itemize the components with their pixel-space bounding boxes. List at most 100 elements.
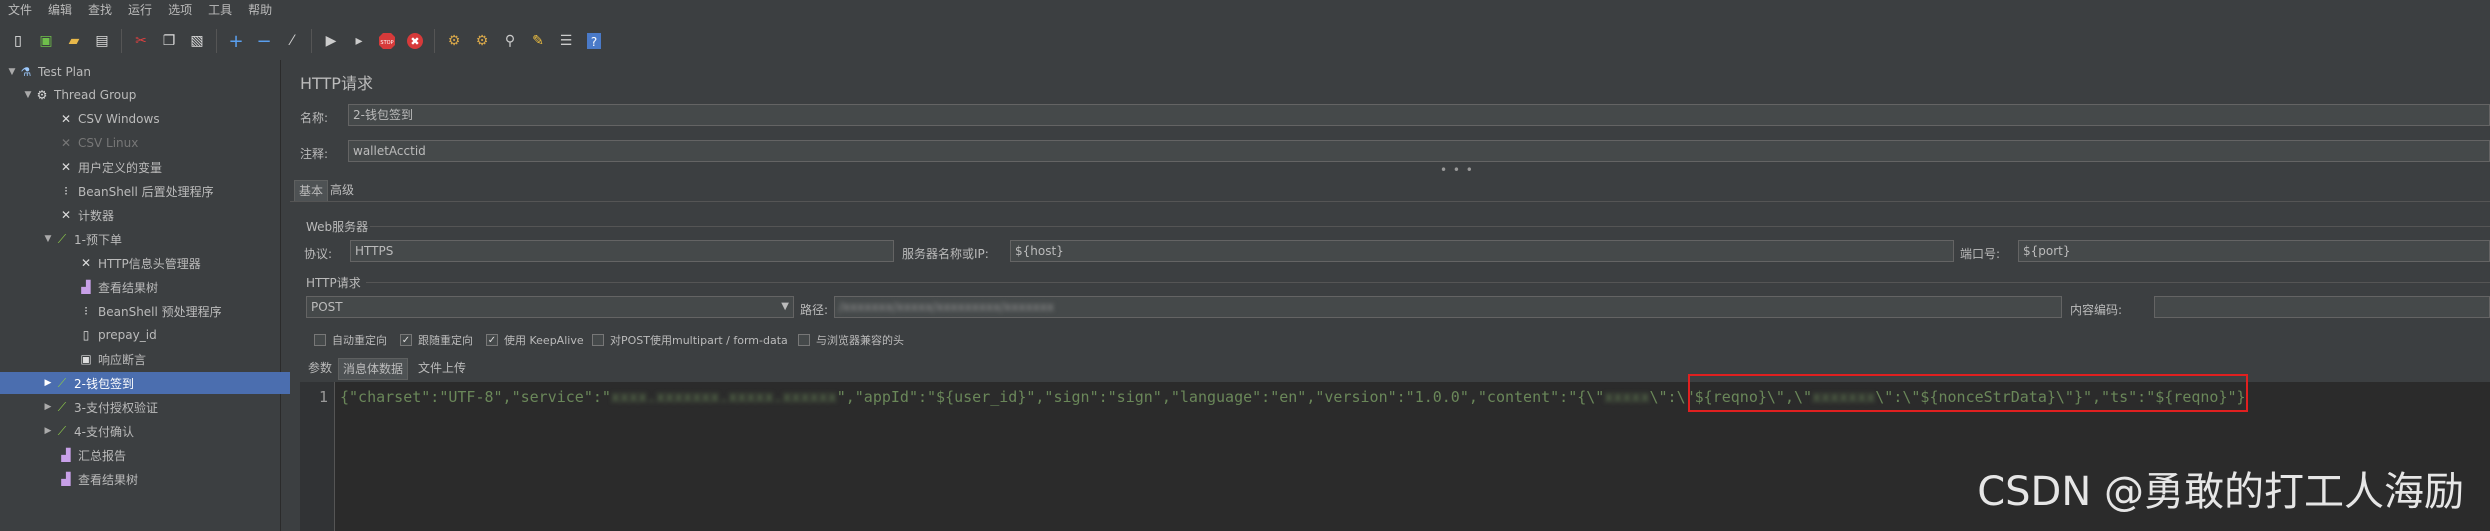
- checkbox-icon[interactable]: [798, 334, 810, 346]
- browser-headers-checkbox[interactable]: 与浏览器兼容的头: [798, 332, 904, 348]
- checkbox-label: 跟随重定向: [418, 334, 473, 347]
- auto-redirect-checkbox[interactable]: 自动重定向: [314, 332, 387, 348]
- port-label: 端口号:: [1960, 247, 2001, 261]
- menu-run[interactable]: 运行: [120, 0, 160, 20]
- template-icon[interactable]: ▣: [35, 30, 57, 52]
- line-number: 1: [318, 388, 328, 406]
- tree-item-prepay[interactable]: ▼ ⟋ 1-预下单: [0, 228, 322, 250]
- path-field[interactable]: /xxxxxxx/xxxxx/xxxxxxxxx/xxxxxxx: [834, 296, 2062, 318]
- tree-item-summary-report[interactable]: ▟ 汇总报告: [0, 444, 338, 466]
- open-icon[interactable]: ▰: [63, 30, 85, 52]
- save-icon[interactable]: ▤: [91, 30, 113, 52]
- chevron-down-icon[interactable]: ▼: [781, 297, 789, 317]
- tab-basic[interactable]: 基本: [294, 180, 329, 202]
- panel-splitter[interactable]: • • •: [290, 163, 2490, 177]
- subtab-body-data[interactable]: 消息体数据: [338, 358, 409, 380]
- tree-item-wallet-signin[interactable]: ▶ ⟋ 2-钱包签到: [0, 372, 322, 394]
- method-select[interactable]: POST ▼: [306, 296, 794, 318]
- tree-item-test-plan[interactable]: ▼ ⚗ Test Plan: [0, 61, 286, 83]
- tree-item-csv-windows[interactable]: ✕ CSV Windows: [0, 108, 338, 130]
- start-no-pause-icon[interactable]: ▸: [348, 30, 370, 52]
- menu-tools[interactable]: 工具: [200, 0, 240, 20]
- shutdown-icon[interactable]: ✖: [404, 30, 426, 52]
- splitter-handle-icon[interactable]: • • •: [1440, 163, 1474, 177]
- clear-all-icon[interactable]: ⚙: [471, 30, 493, 52]
- add-icon[interactable]: +: [225, 30, 247, 52]
- tree-item-label: prepay_id: [98, 328, 157, 342]
- browse-icon[interactable]: ⁄: [281, 30, 303, 52]
- svg-text:?: ?: [591, 35, 597, 49]
- name-label: 名称:: [300, 111, 329, 125]
- menu-edit[interactable]: 编辑: [40, 0, 80, 20]
- config-icon: ✕: [60, 160, 72, 174]
- port-field[interactable]: ${port}: [2018, 240, 2490, 262]
- collapse-arrow-icon[interactable]: ▶: [42, 426, 54, 436]
- expand-arrow-icon[interactable]: ▼: [6, 67, 18, 77]
- help-icon[interactable]: ?: [583, 30, 605, 52]
- paste-icon[interactable]: ▧: [186, 30, 208, 52]
- menu-file[interactable]: 文件: [0, 0, 40, 20]
- tree-item-csv-linux[interactable]: ✕ CSV Linux: [0, 132, 338, 154]
- web-server-section-title: Web服务器: [306, 220, 369, 234]
- function-helper-icon[interactable]: ☰: [555, 30, 577, 52]
- clear-icon[interactable]: ⚙: [443, 30, 465, 52]
- line-number-gutter: 1: [300, 382, 335, 531]
- server-label: 服务器名称或IP:: [902, 247, 989, 261]
- start-icon[interactable]: ▶: [320, 30, 342, 52]
- menu-options[interactable]: 选项: [160, 0, 200, 20]
- tree-item-label: CSV Linux: [78, 136, 139, 150]
- copy-icon[interactable]: ❐: [158, 30, 180, 52]
- encoding-field[interactable]: [2154, 296, 2490, 318]
- comment-field[interactable]: walletAcctid: [348, 140, 2490, 162]
- reset-search-icon[interactable]: ✎: [527, 30, 549, 52]
- multipart-checkbox[interactable]: 对POST使用multipart / form-data: [592, 332, 788, 348]
- new-icon[interactable]: ▯: [7, 30, 29, 52]
- menu-help[interactable]: 帮助: [240, 0, 280, 20]
- collapse-arrow-icon[interactable]: ▶: [42, 402, 54, 412]
- checkbox-checked-icon[interactable]: ✓: [400, 334, 412, 346]
- expand-arrow-icon[interactable]: ▼: [22, 90, 34, 100]
- tab-advanced[interactable]: 高级: [326, 180, 358, 200]
- tree-item-beanshell-post[interactable]: ⁝ BeanShell 后置处理程序: [0, 180, 338, 202]
- path-label: 路径:: [800, 303, 829, 317]
- test-plan-tree: ▼ ⚗ Test Plan ▼ ⚙ Thread Group ✕ CSV Win…: [0, 60, 322, 531]
- protocol-label: 协议:: [304, 247, 333, 261]
- tree-item-user-variables[interactable]: ✕ 用户定义的变量: [0, 156, 338, 178]
- tree-item-label: HTTP信息头管理器: [98, 256, 201, 271]
- follow-redirect-checkbox[interactable]: ✓ 跟随重定向: [400, 332, 473, 348]
- name-field[interactable]: 2-钱包签到: [348, 104, 2490, 126]
- menu-search[interactable]: 查找: [80, 0, 120, 20]
- code-segment: ","appId":"${user_id}","sign":"sign","la…: [836, 388, 1569, 406]
- subtab-parameters[interactable]: 参数: [304, 358, 336, 378]
- tree-item-label: 查看结果树: [98, 280, 159, 295]
- keepalive-checkbox[interactable]: ✓ 使用 KeepAlive: [486, 332, 584, 348]
- checkbox-icon[interactable]: [592, 334, 604, 346]
- tree-item-thread-group[interactable]: ▼ ⚙ Thread Group: [0, 84, 302, 106]
- checkbox-checked-icon[interactable]: ✓: [486, 334, 498, 346]
- cut-icon[interactable]: ✂: [130, 30, 152, 52]
- checkbox-icon[interactable]: [314, 334, 326, 346]
- collapse-arrow-icon[interactable]: ▶: [42, 378, 54, 388]
- tree-item-results-tree-2[interactable]: ▟ 查看结果树: [0, 468, 338, 490]
- tree-item-payment-confirm[interactable]: ▶ ⟋ 4-支付确认: [0, 420, 322, 442]
- tree-item-label: Test Plan: [38, 65, 91, 79]
- code-redacted-segment: xxxxx: [1604, 388, 1650, 406]
- tree-item-counter[interactable]: ✕ 计数器: [0, 204, 338, 226]
- subtab-file-upload[interactable]: 文件上传: [414, 358, 470, 378]
- checkbox-label: 使用 KeepAlive: [504, 334, 584, 347]
- tree-item-label: 用户定义的变量: [78, 160, 163, 175]
- tree-item-label: 4-支付确认: [74, 424, 134, 439]
- tree-item-label: 响应断言: [98, 352, 147, 367]
- code-segment: "{\": [1568, 388, 1605, 406]
- panel-title: HTTP请求: [300, 74, 373, 93]
- stop-icon[interactable]: STOP: [376, 30, 398, 52]
- server-field[interactable]: ${host}: [1010, 240, 1954, 262]
- tree-item-payment-auth[interactable]: ▶ ⟋ 3-支付授权验证: [0, 396, 322, 418]
- expand-arrow-icon[interactable]: ▼: [42, 234, 54, 244]
- config-icon: ✕: [60, 112, 72, 126]
- search-icon[interactable]: ⚲: [499, 30, 521, 52]
- tree-item-label: Thread Group: [54, 88, 137, 102]
- remove-icon[interactable]: −: [253, 30, 275, 52]
- postprocessor-icon: ⁝: [64, 184, 68, 198]
- protocol-field[interactable]: HTTPS: [350, 240, 894, 262]
